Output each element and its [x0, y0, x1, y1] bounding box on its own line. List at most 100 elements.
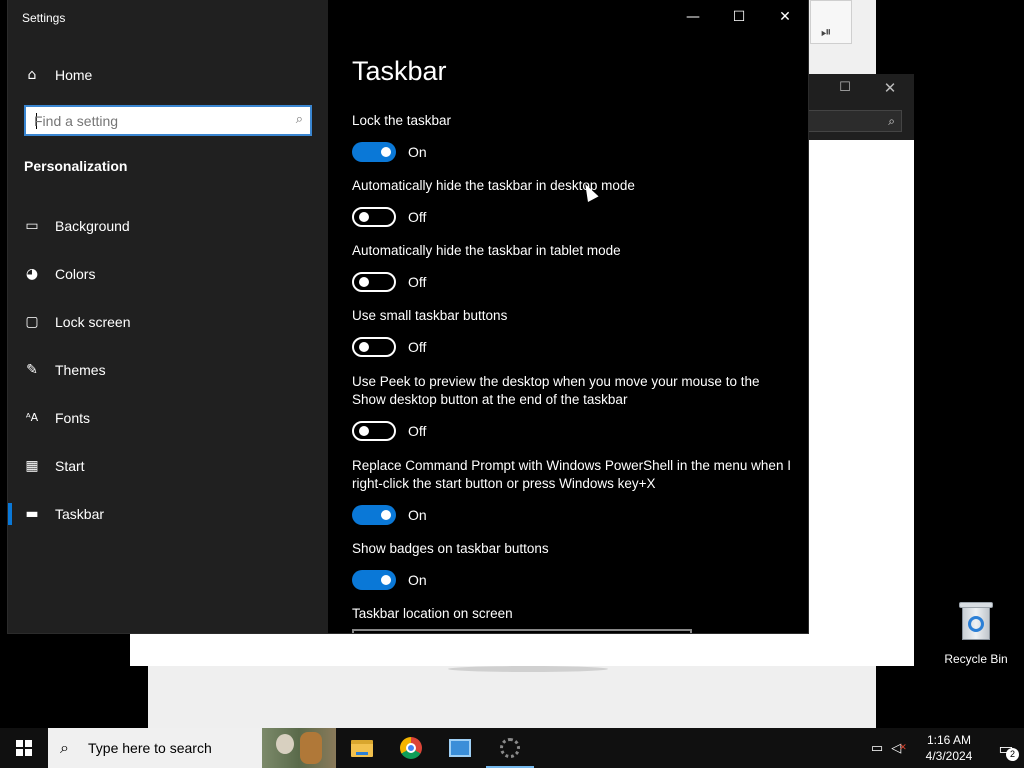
badges-toggle[interactable]: [352, 570, 396, 590]
sidebar-item-colors[interactable]: ◕ Colors: [8, 250, 328, 298]
taskbar-settings[interactable]: [486, 728, 534, 768]
close-icon: ✕: [779, 9, 791, 25]
toggle-state: On: [408, 507, 427, 523]
setting-label: Automatically hide the taskbar in deskto…: [352, 178, 635, 193]
find-setting-search[interactable]: ⌕: [24, 105, 312, 136]
clock-date: 4/3/2024: [925, 749, 973, 763]
minimize-icon: —: [686, 9, 700, 25]
autohide-tablet-toggle[interactable]: [352, 272, 396, 292]
sidebar-item-taskbar[interactable]: ▬ Taskbar: [8, 490, 328, 538]
taskbar-file-explorer[interactable]: [338, 728, 386, 768]
window-title: Settings: [22, 11, 66, 25]
network-icon[interactable]: ▭: [866, 728, 888, 768]
search-placeholder: Type here to search: [88, 740, 212, 756]
setting-label: Replace Command Prompt with Windows Powe…: [352, 458, 791, 491]
taskbar-icon: ▬: [25, 506, 39, 522]
small-buttons-toggle[interactable]: [352, 337, 396, 357]
setting-autohide-tablet: Automatically hide the taskbar in tablet…: [352, 242, 792, 292]
pen-icon: ✎: [26, 362, 38, 378]
close-icon[interactable]: ✕: [880, 79, 900, 99]
sidebar-item-label: Lock screen: [55, 314, 131, 330]
setting-small-buttons: Use small taskbar buttons Off: [352, 307, 792, 357]
sidebar-item-start[interactable]: ▦ Start: [8, 442, 328, 490]
search-icon[interactable]: ⌕: [296, 112, 303, 127]
toggle-state: On: [408, 572, 427, 588]
autohide-desktop-toggle[interactable]: [352, 207, 396, 227]
speaker-muted-icon[interactable]: ◁ ✕: [888, 728, 910, 768]
search-highlight-image: [262, 728, 336, 768]
system-tray: ▭ ◁ ✕ 1:16 AM 4/3/2024 ▭ 2: [866, 728, 1024, 768]
main-content: — ☐ ✕ Taskbar Lock the taskbar On Automa…: [328, 0, 808, 633]
home-link[interactable]: ⌂ Home: [24, 64, 93, 86]
setting-lock-taskbar: Lock the taskbar On: [352, 112, 792, 162]
lock-taskbar-toggle[interactable]: [352, 142, 396, 162]
lock-screen-icon: ▢: [25, 314, 39, 330]
taskbar-search[interactable]: ⌕ Type here to search: [48, 728, 336, 768]
sidebar-item-label: Start: [55, 458, 85, 474]
setting-peek: Use Peek to preview the desktop when you…: [352, 373, 792, 441]
recycle-bin-icon: [959, 600, 993, 640]
close-button[interactable]: ✕: [762, 0, 808, 34]
font-icon: ᴬA: [25, 411, 39, 424]
page-title: Taskbar: [352, 56, 447, 86]
search-icon: ⌕: [888, 114, 895, 128]
setting-powershell: Replace Command Prompt with Windows Powe…: [352, 457, 792, 525]
background-window-bottom: [148, 666, 876, 728]
gear-icon: [500, 738, 520, 758]
control-panel-icon: [449, 739, 471, 757]
toggle-state: On: [408, 144, 427, 160]
sidebar-item-lock-screen[interactable]: ▢ Lock screen: [8, 298, 328, 346]
settings-window: Settings ⌂ Home ⌕ Personalization ▭ Back…: [8, 0, 808, 633]
taskbar-location-dropdown[interactable]: [352, 629, 692, 633]
action-center-button[interactable]: ▭ 2: [988, 728, 1024, 768]
recycle-bin-label: Recycle Bin: [944, 652, 1008, 666]
image-icon: ▭: [25, 218, 39, 234]
sidebar: Settings ⌂ Home ⌕ Personalization ▭ Back…: [8, 0, 328, 633]
sidebar-item-fonts[interactable]: ᴬA Fonts: [8, 394, 328, 442]
sidebar-item-label: Colors: [55, 266, 96, 282]
folder-icon: [351, 739, 373, 757]
setting-label: Lock the taskbar: [352, 113, 452, 128]
toggle-state: Off: [408, 209, 427, 225]
setting-label: Show badges on taskbar buttons: [352, 541, 549, 556]
windows-logo-icon: [16, 740, 32, 756]
setting-label: Taskbar location on screen: [352, 606, 513, 621]
clock[interactable]: 1:16 AM 4/3/2024: [910, 732, 988, 764]
taskbar: ⌕ Type here to search ▭ ◁ ✕ 1:16 AM 4/3/2…: [0, 728, 1024, 768]
taskbar-chrome[interactable]: [387, 728, 435, 768]
setting-label: Use small taskbar buttons: [352, 308, 508, 323]
window-controls: — ☐ ✕: [670, 0, 808, 34]
powershell-toggle[interactable]: [352, 505, 396, 525]
minimize-button[interactable]: —: [670, 0, 716, 34]
maximize-icon: ☐: [732, 9, 746, 25]
nav-list: ▭ Background ◕ Colors ▢ Lock screen ✎ Th…: [8, 202, 328, 538]
start-tiles-icon: ▦: [25, 458, 39, 474]
sidebar-item-label: Fonts: [55, 410, 91, 426]
search-icon: ⌕: [60, 738, 69, 757]
maximize-icon[interactable]: ☐: [836, 80, 854, 98]
setting-badges: Show badges on taskbar buttons On: [352, 540, 792, 590]
recycle-bin-shortcut[interactable]: Recycle Bin: [940, 600, 1012, 666]
background-media-icon: ⏯: [810, 0, 852, 44]
toggle-state: Off: [408, 339, 427, 355]
sidebar-item-label: Taskbar: [55, 506, 105, 522]
desktop: ⏯ ☐ ✕ ⌕ Recycle Bin Settings ⌂ Home ⌕ Pe…: [0, 0, 1024, 768]
sidebar-item-label: Background: [55, 218, 130, 234]
setting-autohide-desktop: Automatically hide the taskbar in deskto…: [352, 177, 792, 227]
peek-toggle[interactable]: [352, 421, 396, 441]
toggle-state: Off: [408, 423, 427, 439]
start-button[interactable]: [0, 728, 48, 768]
palette-icon: ◕: [25, 266, 39, 282]
sidebar-item-background[interactable]: ▭ Background: [8, 202, 328, 250]
clock-time: 1:16 AM: [926, 733, 972, 747]
search-input[interactable]: [34, 112, 280, 130]
taskbar-control-panel[interactable]: [436, 728, 484, 768]
home-icon: ⌂: [27, 67, 37, 83]
setting-taskbar-location: Taskbar location on screen: [352, 605, 792, 623]
chrome-icon: [400, 737, 422, 759]
setting-label: Use Peek to preview the desktop when you…: [352, 374, 760, 407]
toggle-state: Off: [408, 274, 427, 290]
maximize-button[interactable]: ☐: [716, 0, 762, 34]
home-label: Home: [55, 67, 93, 83]
sidebar-item-themes[interactable]: ✎ Themes: [8, 346, 328, 394]
